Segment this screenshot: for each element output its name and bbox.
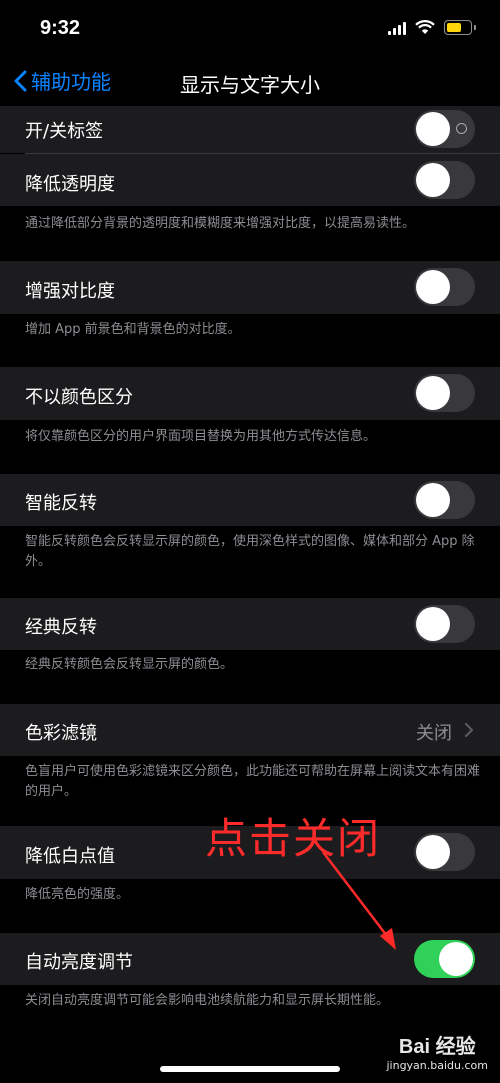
toggle-knob <box>416 112 450 146</box>
watermark-url: jingyan.baidu.com <box>386 1059 488 1072</box>
watermark-brand: Bai 经验 <box>398 1036 476 1058</box>
toggle-knob <box>416 835 450 869</box>
toggle-knob <box>416 163 450 197</box>
reduce-white-point-toggle[interactable] <box>414 833 475 871</box>
home-indicator[interactable] <box>160 1066 340 1072</box>
color-filters-value: 关闭 <box>416 723 452 744</box>
auto-brightness-footer: 关闭自动亮度调节可能会影响电池续航能力和显示屏长期性能。 <box>25 993 390 1008</box>
status-bar: 9:32 <box>0 0 500 60</box>
row-label: 降低透明度 <box>25 174 115 195</box>
smart-invert-toggle[interactable] <box>414 481 475 519</box>
increase-contrast-toggle[interactable] <box>414 268 475 306</box>
row-increase-contrast: 增强对比度 <box>0 261 500 314</box>
row-reduce-transparency: 降低透明度 <box>0 154 500 206</box>
cellular-signal-icon <box>388 21 406 35</box>
reduce-transparency-toggle[interactable] <box>414 161 475 199</box>
status-icons <box>388 20 476 35</box>
row-label: 开/关标签 <box>25 121 104 142</box>
row-color-filters[interactable]: 色彩滤镜 关闭 <box>0 704 500 756</box>
toggle-knob <box>416 483 450 517</box>
battery-icon <box>444 20 476 35</box>
row-classic-invert: 经典反转 <box>0 598 500 650</box>
off-label-icon <box>456 123 467 134</box>
row-label: 增强对比度 <box>25 281 115 302</box>
onoff-labels-toggle[interactable] <box>414 110 475 148</box>
status-time: 9:32 <box>40 17 81 39</box>
row-label: 经典反转 <box>25 617 97 638</box>
row-label: 智能反转 <box>25 493 97 514</box>
row-auto-brightness: 自动亮度调节 <box>0 933 500 985</box>
navigation-bar: 辅助功能 显示与文字大小 <box>0 60 500 106</box>
chevron-right-icon <box>464 722 474 738</box>
increase-contrast-footer: 增加 App 前景色和背景色的对比度。 <box>25 322 241 337</box>
classic-invert-footer: 经典反转颜色会反转显示屏的颜色。 <box>25 657 234 672</box>
reduce-white-point-footer: 降低亮色的强度。 <box>25 887 130 902</box>
toggle-knob <box>416 270 450 304</box>
reduce-transparency-footer: 通过降低部分背景的透明度和模糊度来增强对比度，以提高易读性。 <box>25 216 416 231</box>
row-label: 不以颜色区分 <box>25 387 133 408</box>
page-title: 显示与文字大小 <box>180 73 320 97</box>
row-onoff-labels: 开/关标签 <box>0 106 500 153</box>
classic-invert-toggle[interactable] <box>414 605 475 643</box>
baidu-watermark: Bai 经验 jingyan.baidu.com <box>386 1030 488 1072</box>
annotation-text: 点击关闭 <box>205 814 382 863</box>
row-label: 降低白点值 <box>25 846 115 867</box>
toggle-knob <box>439 942 473 976</box>
row-label: 色彩滤镜 <box>25 723 97 744</box>
wifi-icon <box>415 20 435 34</box>
row-smart-invert: 智能反转 <box>0 474 500 526</box>
color-filters-footer: 色盲用户可使用色彩滤镜来区分颜色，此功能还可帮助在屏幕上阅读文本有困难的用户。 <box>25 764 481 799</box>
toggle-knob <box>416 376 450 410</box>
auto-brightness-toggle[interactable] <box>414 940 475 978</box>
row-label: 自动亮度调节 <box>25 952 133 973</box>
row-differentiate-without-color: 不以颜色区分 <box>0 367 500 420</box>
toggle-knob <box>416 607 450 641</box>
differentiate-without-color-toggle[interactable] <box>414 374 475 412</box>
smart-invert-footer: 智能反转颜色会反转显示屏的颜色，使用深色样式的图像、媒体和部分 App 除外。 <box>25 534 475 569</box>
differentiate-without-color-footer: 将仅靠颜色区分的用户界面项目替换为用其他方式传达信息。 <box>25 429 377 444</box>
